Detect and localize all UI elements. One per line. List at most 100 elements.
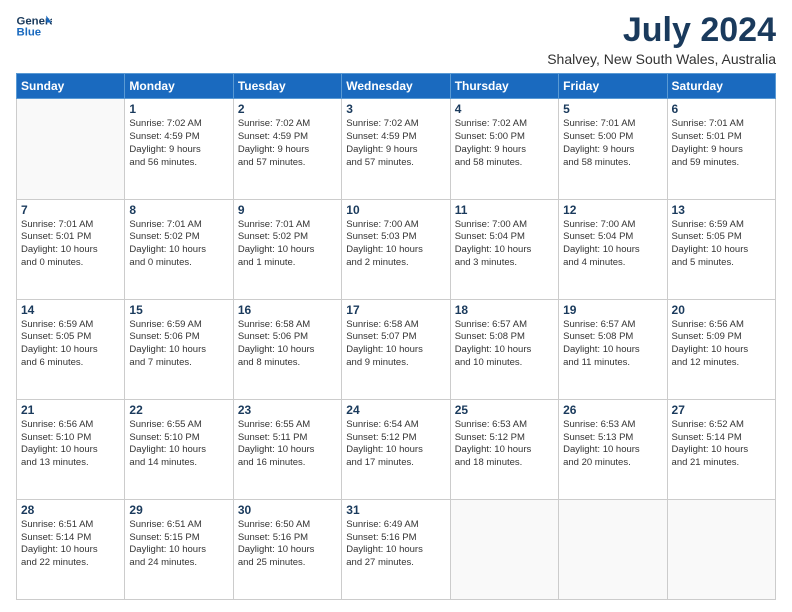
cell-info: Sunrise: 6:55 AMSunset: 5:11 PMDaylight:… xyxy=(238,419,337,470)
cell-info: Sunrise: 7:00 AMSunset: 5:04 PMDaylight:… xyxy=(563,219,662,270)
cell-info: Sunrise: 6:51 AMSunset: 5:14 PMDaylight:… xyxy=(21,519,120,570)
day-number: 1 xyxy=(129,102,228,116)
calendar-cell: 23 Sunrise: 6:55 AMSunset: 5:11 PMDayligh… xyxy=(233,399,341,499)
calendar-cell: 13Sunrise: 6:59 AMSunset: 5:05 PMDayligh… xyxy=(667,199,775,299)
calendar-cell: 22Sunrise: 6:55 AMSunset: 5:10 PMDayligh… xyxy=(125,399,233,499)
week-row-1: 1 Sunrise: 7:02 AMSunset: 4:59 PMDaylight… xyxy=(17,99,776,199)
cell-info: Sunrise: 6:53 AMSunset: 5:13 PMDaylight:… xyxy=(563,419,662,470)
calendar-cell: 5Sunrise: 7:01 AMSunset: 5:00 PMDaylight… xyxy=(559,99,667,199)
day-number: 26 xyxy=(563,403,662,417)
day-number: 11 xyxy=(455,203,554,217)
day-number: 25 xyxy=(455,403,554,417)
cell-info: Sunrise: 6:56 AMSunset: 5:09 PMDaylight:… xyxy=(672,319,771,370)
day-number: 10 xyxy=(346,203,445,217)
day-number: 27 xyxy=(672,403,771,417)
cell-info: Sunrise: 7:01 AMSunset: 5:02 PMDaylight:… xyxy=(129,219,228,270)
cell-info: Sunrise: 6:50 AMSunset: 5:16 PMDaylight:… xyxy=(238,519,337,570)
cell-info: Sunrise: 7:01 AMSunset: 5:01 PMDaylight:… xyxy=(672,118,771,169)
day-number: 21 xyxy=(21,403,120,417)
weekday-header-thursday: Thursday xyxy=(450,74,558,99)
calendar-cell: 30 Sunrise: 6:50 AMSunset: 5:16 PMDayligh… xyxy=(233,499,341,599)
cell-info: Sunrise: 6:53 AMSunset: 5:12 PMDaylight:… xyxy=(455,419,554,470)
cell-info: Sunrise: 6:58 AMSunset: 5:06 PMDaylight:… xyxy=(238,319,337,370)
calendar-cell: 17Sunrise: 6:58 AMSunset: 5:07 PMDayligh… xyxy=(342,299,450,399)
calendar-cell: 25 Sunrise: 6:53 AMSunset: 5:12 PMDayligh… xyxy=(450,399,558,499)
svg-text:Blue: Blue xyxy=(17,27,42,39)
calendar-cell xyxy=(450,499,558,599)
cell-info: Sunrise: 6:57 AMSunset: 5:08 PMDaylight:… xyxy=(455,319,554,370)
day-number: 6 xyxy=(672,102,771,116)
day-number: 23 xyxy=(238,403,337,417)
day-number: 19 xyxy=(563,303,662,317)
calendar-cell: 1Sunrise: 7:02 AMSunset: 4:59 PMDaylight… xyxy=(125,99,233,199)
weekday-header-monday: Monday xyxy=(125,74,233,99)
calendar-cell xyxy=(559,499,667,599)
month-year-title: July 2024 xyxy=(547,12,776,49)
day-number: 7 xyxy=(21,203,120,217)
calendar-cell: 2 Sunrise: 7:02 AMSunset: 4:59 PMDaylight… xyxy=(233,99,341,199)
cell-info: Sunrise: 7:01 AMSunset: 5:02 PMDaylight:… xyxy=(238,219,337,270)
calendar-cell: 24Sunrise: 6:54 AMSunset: 5:12 PMDayligh… xyxy=(342,399,450,499)
calendar-cell: 6 Sunrise: 7:01 AMSunset: 5:01 PMDaylight… xyxy=(667,99,775,199)
day-number: 9 xyxy=(238,203,337,217)
cell-info: Sunrise: 6:52 AMSunset: 5:14 PMDaylight:… xyxy=(672,419,771,470)
day-number: 2 xyxy=(238,102,337,116)
calendar-cell: 7Sunrise: 7:01 AMSunset: 5:01 PMDaylight… xyxy=(17,199,125,299)
day-number: 29 xyxy=(129,503,228,517)
title-block: July 2024 Shalvey, New South Wales, Aust… xyxy=(547,12,776,67)
calendar-cell xyxy=(17,99,125,199)
calendar-cell: 20 Sunrise: 6:56 AMSunset: 5:09 PMDayligh… xyxy=(667,299,775,399)
calendar-table: SundayMondayTuesdayWednesdayThursdayFrid… xyxy=(16,73,776,600)
calendar-cell: 15 Sunrise: 6:59 AMSunset: 5:06 PMDayligh… xyxy=(125,299,233,399)
weekday-header-sunday: Sunday xyxy=(17,74,125,99)
calendar-cell: 27 Sunrise: 6:52 AMSunset: 5:14 PMDayligh… xyxy=(667,399,775,499)
logo-icon: General Blue xyxy=(16,12,52,40)
week-row-2: 7Sunrise: 7:01 AMSunset: 5:01 PMDaylight… xyxy=(17,199,776,299)
calendar-cell: 28 Sunrise: 6:51 AMSunset: 5:14 PMDayligh… xyxy=(17,499,125,599)
day-number: 3 xyxy=(346,102,445,116)
cell-info: Sunrise: 6:56 AMSunset: 5:10 PMDaylight:… xyxy=(21,419,120,470)
calendar-cell: 18 Sunrise: 6:57 AMSunset: 5:08 PMDayligh… xyxy=(450,299,558,399)
weekday-header-row: SundayMondayTuesdayWednesdayThursdayFrid… xyxy=(17,74,776,99)
location-subtitle: Shalvey, New South Wales, Australia xyxy=(547,51,776,67)
logo: General Blue xyxy=(16,12,52,40)
calendar-cell: 29Sunrise: 6:51 AMSunset: 5:15 PMDayligh… xyxy=(125,499,233,599)
calendar-cell: 8 Sunrise: 7:01 AMSunset: 5:02 PMDaylight… xyxy=(125,199,233,299)
header: General Blue July 2024 Shalvey, New Sout… xyxy=(16,12,776,67)
day-number: 13 xyxy=(672,203,771,217)
cell-info: Sunrise: 7:02 AMSunset: 4:59 PMDaylight:… xyxy=(346,118,445,169)
cell-info: Sunrise: 6:59 AMSunset: 5:05 PMDaylight:… xyxy=(21,319,120,370)
week-row-5: 28 Sunrise: 6:51 AMSunset: 5:14 PMDayligh… xyxy=(17,499,776,599)
weekday-header-tuesday: Tuesday xyxy=(233,74,341,99)
calendar-cell: 31Sunrise: 6:49 AMSunset: 5:16 PMDayligh… xyxy=(342,499,450,599)
calendar-cell: 11 Sunrise: 7:00 AMSunset: 5:04 PMDayligh… xyxy=(450,199,558,299)
day-number: 18 xyxy=(455,303,554,317)
cell-info: Sunrise: 7:01 AMSunset: 5:00 PMDaylight:… xyxy=(563,118,662,169)
calendar-cell: 9 Sunrise: 7:01 AMSunset: 5:02 PMDaylight… xyxy=(233,199,341,299)
cell-info: Sunrise: 7:00 AMSunset: 5:03 PMDaylight:… xyxy=(346,219,445,270)
day-number: 15 xyxy=(129,303,228,317)
day-number: 30 xyxy=(238,503,337,517)
day-number: 16 xyxy=(238,303,337,317)
day-number: 12 xyxy=(563,203,662,217)
day-number: 20 xyxy=(672,303,771,317)
cell-info: Sunrise: 6:49 AMSunset: 5:16 PMDaylight:… xyxy=(346,519,445,570)
cell-info: Sunrise: 6:54 AMSunset: 5:12 PMDaylight:… xyxy=(346,419,445,470)
calendar-cell: 12 Sunrise: 7:00 AMSunset: 5:04 PMDayligh… xyxy=(559,199,667,299)
calendar-cell: 16 Sunrise: 6:58 AMSunset: 5:06 PMDayligh… xyxy=(233,299,341,399)
calendar-cell: 10 Sunrise: 7:00 AMSunset: 5:03 PMDayligh… xyxy=(342,199,450,299)
calendar-cell: 21 Sunrise: 6:56 AMSunset: 5:10 PMDayligh… xyxy=(17,399,125,499)
cell-info: Sunrise: 7:00 AMSunset: 5:04 PMDaylight:… xyxy=(455,219,554,270)
day-number: 8 xyxy=(129,203,228,217)
day-number: 22 xyxy=(129,403,228,417)
day-number: 28 xyxy=(21,503,120,517)
weekday-header-saturday: Saturday xyxy=(667,74,775,99)
cell-info: Sunrise: 6:58 AMSunset: 5:07 PMDaylight:… xyxy=(346,319,445,370)
weekday-header-wednesday: Wednesday xyxy=(342,74,450,99)
cell-info: Sunrise: 7:02 AMSunset: 5:00 PMDaylight:… xyxy=(455,118,554,169)
calendar-cell: 4Sunrise: 7:02 AMSunset: 5:00 PMDaylight… xyxy=(450,99,558,199)
cell-info: Sunrise: 6:57 AMSunset: 5:08 PMDaylight:… xyxy=(563,319,662,370)
cell-info: Sunrise: 6:59 AMSunset: 5:06 PMDaylight:… xyxy=(129,319,228,370)
calendar-cell: 19 Sunrise: 6:57 AMSunset: 5:08 PMDayligh… xyxy=(559,299,667,399)
cell-info: Sunrise: 7:02 AMSunset: 4:59 PMDaylight:… xyxy=(238,118,337,169)
